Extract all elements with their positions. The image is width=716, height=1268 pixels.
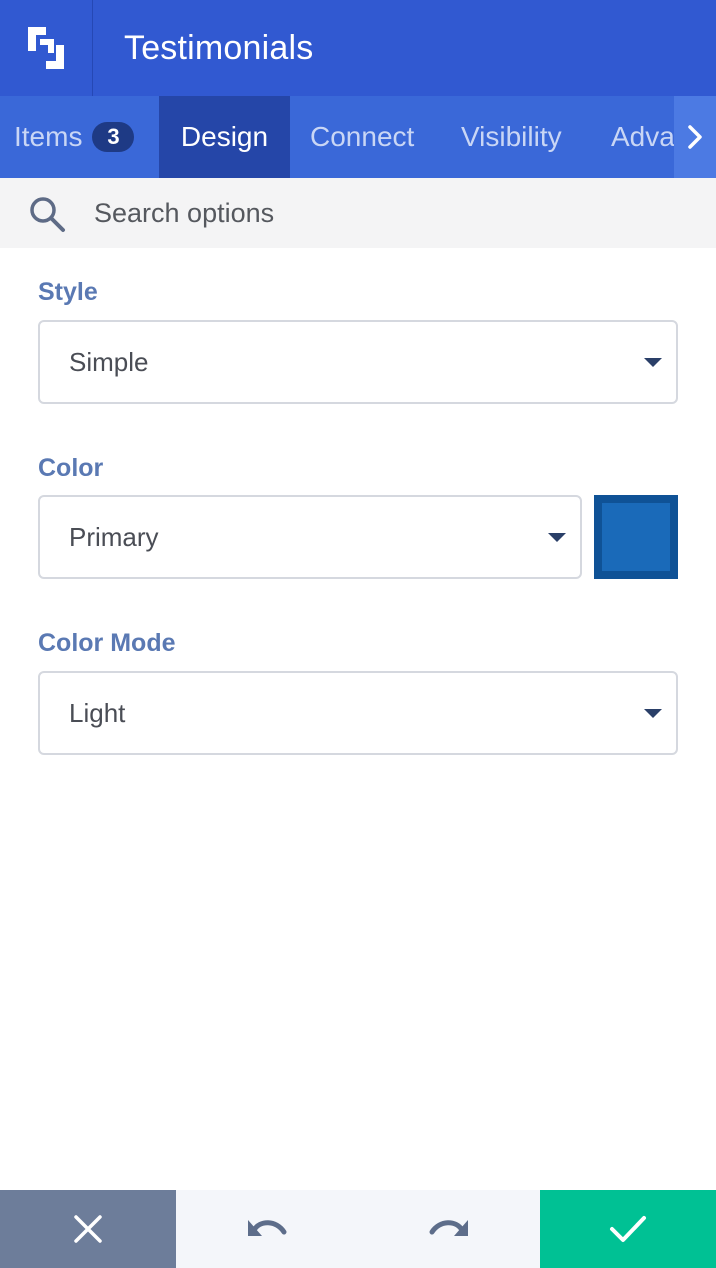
cancel-button[interactable]: [0, 1190, 176, 1268]
tab-visibility[interactable]: Visibility: [461, 96, 562, 178]
tab-label: Items: [14, 121, 83, 152]
items-count-badge: 3: [92, 122, 135, 152]
search-icon: [30, 197, 65, 232]
chevron-down-icon: [548, 533, 566, 542]
color-mode-label: Color Mode: [38, 629, 176, 657]
color-label: Color: [38, 454, 104, 482]
undo-button[interactable]: [176, 1190, 358, 1268]
tab-label: Design: [180, 121, 269, 152]
style-select[interactable]: Simple: [38, 320, 678, 404]
tab-advanced[interactable]: Adva: [611, 96, 675, 178]
color-mode-select[interactable]: Light: [38, 671, 678, 755]
panel-header: Testimonials: [0, 0, 716, 96]
tab-connect[interactable]: Connect: [310, 96, 414, 178]
tab-label: Visibility: [461, 121, 562, 152]
chevron-down-icon: [644, 358, 662, 367]
redo-button[interactable]: [358, 1190, 540, 1268]
logo-icon: [28, 27, 64, 69]
save-button[interactable]: [540, 1190, 716, 1268]
close-icon: [74, 1215, 102, 1243]
select-value: Simple: [69, 346, 149, 377]
settings-panel: Testimonials Items 3 Design Connect Visi…: [0, 0, 716, 1268]
action-bar: [0, 1190, 716, 1268]
panel-title: Testimonials: [124, 28, 314, 67]
chevron-right-icon: [688, 125, 702, 149]
chevron-down-icon: [644, 709, 662, 718]
style-label: Style: [38, 278, 98, 306]
redo-icon: [429, 1220, 468, 1236]
color-select[interactable]: Primary: [38, 495, 582, 579]
tab-label: Adva: [611, 121, 675, 152]
select-value: Light: [69, 697, 126, 728]
tab-items[interactable]: Items 3: [0, 96, 159, 178]
search-input[interactable]: [94, 192, 674, 234]
color-swatch-button[interactable]: [594, 495, 678, 579]
color-swatch: [602, 503, 670, 571]
select-value: Primary: [69, 521, 159, 552]
tab-bar: Items 3 Design Connect Visibility Adva: [0, 96, 716, 178]
check-icon: [610, 1216, 646, 1242]
tab-design[interactable]: Design: [159, 96, 290, 178]
search-bar: [0, 178, 716, 248]
logo[interactable]: [0, 0, 93, 96]
tab-label: Connect: [310, 121, 415, 152]
tab-scroll-right-button[interactable]: [674, 96, 716, 178]
undo-icon: [248, 1220, 287, 1236]
